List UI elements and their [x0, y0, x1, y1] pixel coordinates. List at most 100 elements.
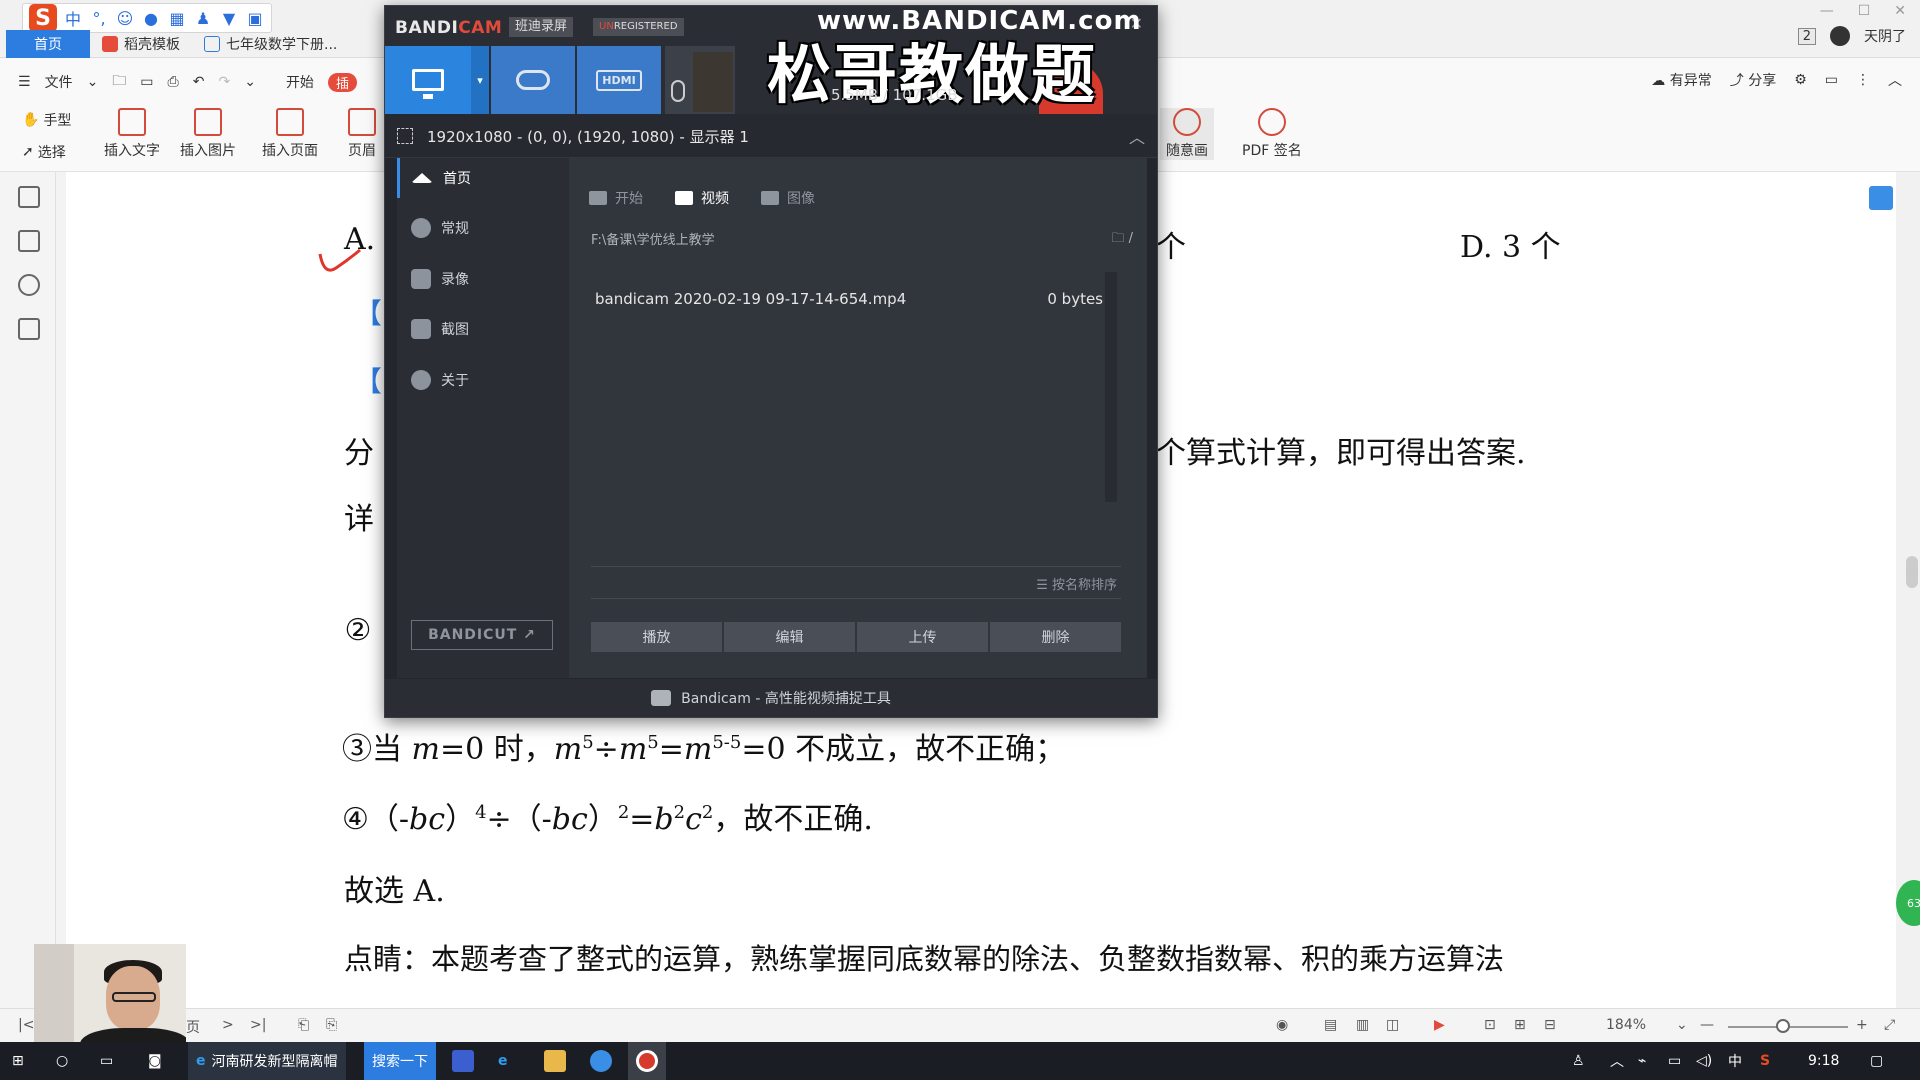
ime-indicator[interactable]: 中 — [1728, 1042, 1742, 1080]
settings-icon[interactable]: ⚙ — [1794, 72, 1807, 88]
first-page-icon[interactable]: |< — [18, 1017, 34, 1033]
hamburger-icon[interactable]: ☰ — [18, 74, 31, 90]
capture-region-bar[interactable]: 1920x1080 - (0, 0), (1920, 1080) - 显示器 1… — [385, 114, 1157, 158]
pdf-sign-button[interactable]: PDF 签名 — [1242, 108, 1302, 160]
clock[interactable]: 9:18 — [1808, 1042, 1839, 1080]
taskbar-bandicam-icon[interactable] — [628, 1042, 666, 1080]
more-chevron-icon[interactable]: ⌄ — [244, 74, 256, 90]
float-tool-icon[interactable] — [1869, 186, 1893, 210]
subtab-video[interactable]: 视频 — [675, 188, 729, 208]
taskbar-app-icon[interactable]: ◙ — [148, 1042, 162, 1080]
minimize-icon[interactable]: — — [1820, 3, 1834, 19]
two-page-icon[interactable]: ◫ — [1386, 1017, 1399, 1033]
fit-page-icon[interactable]: ⊞ — [1514, 1017, 1526, 1033]
zoom-dropdown-icon[interactable]: ⌄ — [1676, 1017, 1688, 1033]
bandicut-button[interactable]: BANDICUT ↗ — [411, 620, 553, 650]
nav-general[interactable]: 常规 — [397, 208, 569, 248]
zoom-in-icon[interactable]: + — [1856, 1017, 1868, 1033]
page-count-badge[interactable]: 2 — [1797, 27, 1816, 45]
share-button[interactable]: ⤴ 分享 — [1730, 70, 1776, 90]
zoom-slider-handle[interactable] — [1776, 1019, 1790, 1033]
outline-icon[interactable] — [18, 186, 40, 208]
ime-emoji-icon[interactable]: ☺ — [115, 8, 135, 28]
collapse-icon[interactable]: ︿ — [1888, 70, 1902, 90]
mode-dropdown-button[interactable]: ▾ — [471, 46, 489, 114]
chevron-down-icon[interactable]: ⌄ — [87, 74, 99, 90]
select-tool[interactable]: ➚ 选择 — [22, 142, 66, 162]
subtab-start[interactable]: 开始 — [589, 188, 643, 208]
undo-icon[interactable]: ↶ — [193, 74, 205, 90]
task-view-icon[interactable]: ▭ — [100, 1042, 113, 1080]
ime-grid-icon[interactable]: ▣ — [245, 8, 265, 28]
print-icon[interactable]: ⎙ — [168, 74, 179, 90]
forward-icon[interactable]: ⎘ — [326, 1017, 337, 1033]
tab-document[interactable]: 七年级数学下册... — [192, 30, 349, 58]
single-page-icon[interactable]: ▤ — [1324, 1017, 1337, 1033]
subtab-image[interactable]: 图像 — [761, 188, 815, 208]
sogou-logo-icon[interactable]: S — [29, 4, 57, 32]
insert-image-button[interactable]: 插入图片 — [180, 108, 236, 160]
menu-file[interactable]: 文件 — [45, 72, 73, 92]
eye-protect-icon[interactable]: ◉ — [1276, 1017, 1288, 1033]
taskbar-wps-icon[interactable] — [452, 1042, 474, 1080]
zoom-out-icon[interactable]: — — [1700, 1017, 1714, 1033]
fullscreen-icon[interactable]: ⤢ — [1884, 1017, 1895, 1033]
close-icon[interactable]: ✕ — [1894, 3, 1906, 19]
signature-icon[interactable] — [18, 318, 40, 340]
taskbar-search[interactable]: 搜索一下 — [364, 1042, 436, 1080]
taskbar-browser-icon[interactable] — [590, 1042, 612, 1080]
thumbnail-icon[interactable] — [18, 230, 40, 252]
play-icon[interactable]: ▶ — [1434, 1017, 1445, 1033]
webcam-preview[interactable] — [665, 46, 735, 114]
chevron-up-icon[interactable]: ︿ — [1129, 124, 1145, 148]
edit-button[interactable]: 编辑 — [724, 622, 855, 652]
avatar[interactable] — [1830, 26, 1850, 46]
delete-button[interactable]: 删除 — [990, 622, 1121, 652]
zoom-level[interactable]: 184% — [1606, 1017, 1646, 1033]
upload-button[interactable]: 上传 — [857, 622, 988, 652]
tray-chevron-icon[interactable]: ︿ — [1610, 1042, 1624, 1080]
ime-user-icon[interactable]: ♟ — [193, 8, 213, 28]
comment-icon[interactable]: ▭ — [1825, 72, 1838, 88]
tab-docer[interactable]: 稻壳模板 — [90, 30, 192, 58]
ime-mic-icon[interactable]: ● — [141, 8, 161, 28]
windows-start-icon[interactable]: ⊞ — [12, 1042, 24, 1080]
game-mode-button[interactable] — [491, 46, 575, 114]
header-button[interactable]: 页眉 — [348, 108, 376, 160]
taskbar-explorer-icon[interactable] — [544, 1042, 566, 1080]
notification-icon[interactable]: ▢ — [1870, 1042, 1883, 1080]
microphone-icon[interactable] — [671, 80, 685, 102]
actual-size-icon[interactable]: ⊡ — [1484, 1017, 1496, 1033]
menu-start[interactable]: 开始 — [286, 72, 314, 92]
issue-button[interactable]: ☁ 有异常 — [1651, 70, 1711, 90]
ime-punctuation-icon[interactable]: °, — [89, 8, 109, 28]
tab-home[interactable]: 首页 — [6, 30, 90, 58]
fit-width-icon[interactable]: ⊟ — [1544, 1017, 1556, 1033]
taskbar-edge-icon[interactable]: e — [498, 1042, 508, 1080]
ime-skin-icon[interactable]: ▼ — [219, 8, 239, 28]
list-item[interactable]: bandicam 2020-02-19 09-17-14-654.mp4 0 b… — [595, 290, 1103, 318]
ime-chinese-icon[interactable]: 中 — [63, 8, 83, 29]
nav-screenshot[interactable]: 截图 — [397, 309, 569, 349]
hand-tool[interactable]: ✋ 手型 — [22, 110, 71, 130]
hdmi-mode-button[interactable]: HDMI — [577, 46, 661, 114]
ime-keyboard-icon[interactable]: ▦ — [167, 8, 187, 28]
draw-button[interactable]: 随意画 — [1160, 108, 1214, 160]
annotation-icon[interactable] — [18, 274, 40, 296]
menu-special[interactable]: 插 — [327, 72, 357, 92]
sort-by-name-button[interactable]: ☰ 按名称排序 — [1036, 574, 1117, 593]
open-folder-icon[interactable]: 🗀 — [112, 70, 126, 94]
network-icon[interactable]: ⌁ — [1638, 1042, 1646, 1080]
play-button[interactable]: 播放 — [591, 622, 722, 652]
nav-about[interactable]: 关于 — [397, 360, 569, 400]
last-page-icon[interactable]: >| — [250, 1017, 266, 1033]
save-icon[interactable]: ▭ — [140, 74, 153, 90]
taskbar-news[interactable]: e 河南研发新型隔离帽 — [188, 1042, 346, 1080]
person-icon[interactable]: ♙ — [1572, 1042, 1585, 1080]
insert-page-button[interactable]: 插入页面 — [262, 108, 318, 160]
cortana-icon[interactable]: ○ — [56, 1042, 68, 1080]
file-list-scrollbar[interactable] — [1105, 272, 1117, 502]
bandicam-footer[interactable]: Bandicam - 高性能视频捕捉工具 — [385, 679, 1157, 717]
scroll-thumb[interactable] — [1906, 556, 1918, 588]
redo-icon[interactable]: ↷ — [218, 74, 230, 90]
